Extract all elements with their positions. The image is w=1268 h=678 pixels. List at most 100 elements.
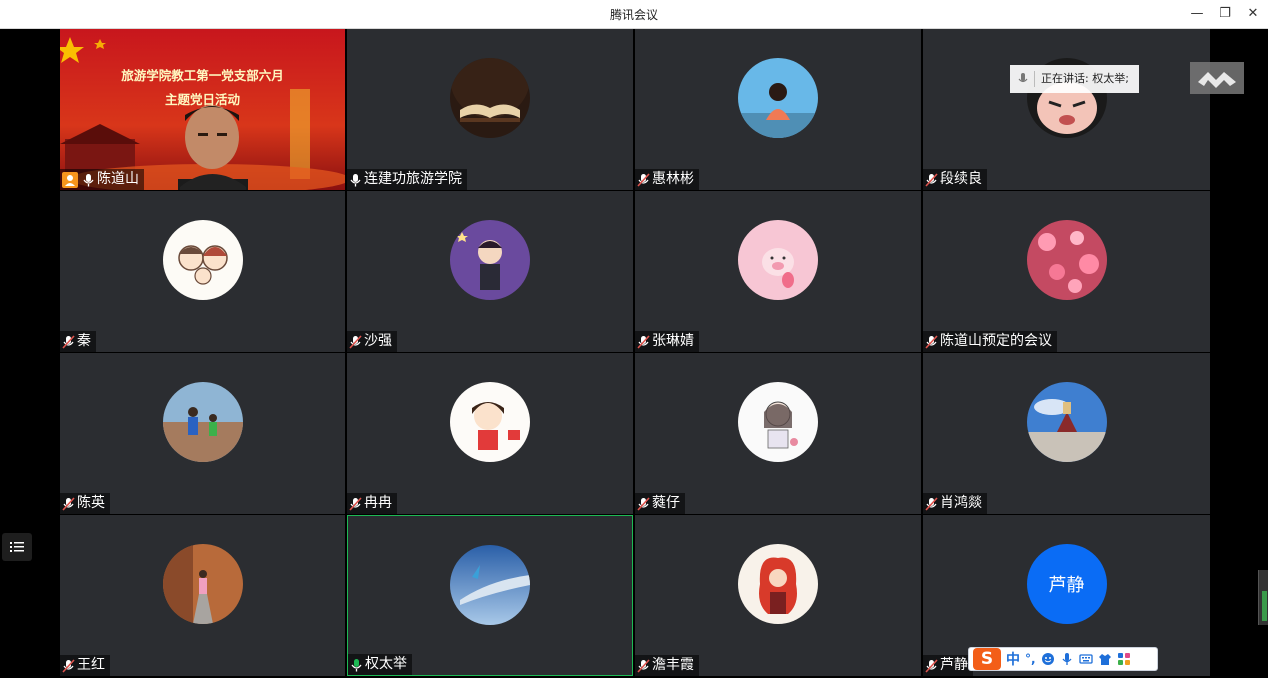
participant-nametag: 秦 (60, 331, 96, 352)
participant-name: 惠林彬 (652, 171, 694, 187)
participant-tile[interactable]: 蕤仔 (635, 353, 921, 514)
host-video-feed (60, 29, 345, 190)
mic-muted-icon (637, 658, 650, 673)
participant-name: 张琳婧 (652, 333, 694, 349)
participant-nametag: 权太举 (348, 654, 412, 675)
airplane-wing-avatar (450, 545, 530, 625)
divider (1034, 71, 1035, 87)
participant-name: 沙强 (364, 333, 392, 349)
participant-tile[interactable]: 肖鸿燚 (923, 353, 1210, 514)
mic-speaking-icon (351, 658, 362, 671)
close-button[interactable]: ✕ (1242, 4, 1264, 24)
window-title: 腾讯会议 (609, 8, 658, 22)
ime-mode-toggle[interactable]: 中 (1006, 649, 1020, 669)
participant-name: 段续良 (940, 171, 982, 187)
couple-cartoon-avatar (162, 220, 243, 300)
red-girl-cartoon-avatar (450, 382, 530, 462)
mic-muted-icon (637, 496, 650, 511)
participant-name: 权太举 (365, 656, 407, 672)
participant-nametag: 冉冉 (347, 493, 397, 514)
participant-grid: 旅游学院教工第一党支部六月 主题党日活动 陈道山 连建功旅游学院 惠林彬 段续良… (60, 29, 1210, 676)
participant-list-button[interactable] (2, 533, 32, 561)
autumn-path-avatar (162, 544, 243, 624)
participant-tile[interactable]: 惠林彬 (635, 29, 921, 190)
floating-logo[interactable] (1190, 62, 1244, 94)
participant-nametag: 陈道山 (60, 169, 144, 190)
participant-tile[interactable]: 沙强 (347, 191, 633, 352)
participant-tile[interactable]: 段续良 (923, 29, 1210, 190)
banner-line-2: 主题党日活动 (164, 92, 240, 107)
voice-input-icon[interactable] (1060, 652, 1074, 666)
participant-tile[interactable]: 王红 (60, 515, 345, 676)
participant-name: 冉冉 (364, 495, 392, 511)
mic-muted-icon (925, 496, 938, 511)
participant-tile[interactable]: 张琳婧 (635, 191, 921, 352)
participant-tile-active-speaker[interactable]: 权太举 (347, 515, 633, 676)
participant-tile[interactable]: 冉冉 (347, 353, 633, 514)
participant-name: 陈英 (77, 495, 105, 511)
skin-shirt-icon[interactable] (1098, 652, 1112, 666)
minimize-button[interactable]: — (1186, 4, 1208, 24)
restore-button[interactable]: ❐ (1214, 4, 1236, 24)
participant-nametag: 澹丰霞 (635, 655, 699, 676)
participant-nametag: 王红 (60, 655, 110, 676)
mic-muted-icon (62, 496, 75, 511)
sogou-logo[interactable]: S (973, 648, 1001, 670)
sketch-girl-avatar (738, 382, 818, 462)
participant-nametag: 段续良 (923, 169, 987, 190)
mic-muted-icon (349, 334, 362, 349)
tencent-meeting-logo-icon (1198, 72, 1236, 88)
kids-beach-avatar (162, 382, 243, 462)
participant-name: 陈道山预定的会议 (940, 333, 1052, 349)
mic-muted-icon (62, 334, 75, 349)
temple-sky-avatar (1026, 382, 1107, 462)
participant-tile[interactable]: 连建功旅游学院 (347, 29, 633, 190)
participant-tile[interactable]: 澹丰霞 (635, 515, 921, 676)
participant-name: 蕤仔 (652, 495, 680, 511)
mic-on-icon (350, 173, 361, 186)
mic-muted-icon (637, 334, 650, 349)
toolbox-grid-icon[interactable] (1117, 652, 1131, 666)
microphone-icon (1018, 73, 1028, 83)
mic-muted-icon (637, 172, 650, 187)
pink-flowers-avatar (1026, 220, 1107, 300)
list-icon (10, 542, 24, 552)
participant-nametag: 肖鸿燚 (923, 493, 987, 514)
title-bar: 腾讯会议 — ❐ ✕ (0, 0, 1268, 29)
keyboard-icon[interactable] (1078, 652, 1093, 666)
participant-name: 肖鸿燚 (940, 495, 982, 511)
participant-tile[interactable]: 秦 (60, 191, 345, 352)
host-icon (62, 171, 78, 188)
mic-muted-icon (62, 658, 75, 673)
participant-nametag: 连建功旅游学院 (347, 169, 467, 190)
participant-name: 秦 (77, 333, 91, 349)
participant-name: 王红 (77, 657, 105, 673)
participant-nametag: 沙强 (347, 331, 397, 352)
mic-muted-icon (925, 334, 938, 349)
purple-cartoon-avatar (450, 220, 530, 300)
participant-nametag: 陈英 (60, 493, 110, 514)
participant-nametag: 芦静 (923, 655, 973, 676)
mic-muted-icon (349, 496, 362, 511)
participant-nametag: 张琳婧 (635, 331, 699, 352)
banner-line-1: 旅游学院教工第一党支部六月 (121, 68, 284, 83)
red-hair-girl-avatar (738, 544, 818, 624)
ime-toolbar[interactable]: S 中 °, (968, 647, 1158, 671)
participant-tile-video[interactable]: 旅游学院教工第一党支部六月 主题党日活动 陈道山 (60, 29, 345, 190)
volume-level-widget[interactable] (1258, 570, 1268, 625)
participant-nametag: 陈道山预定的会议 (923, 331, 1057, 352)
book-avatar (450, 58, 530, 138)
participant-tile[interactable]: 陈道山预定的会议 (923, 191, 1210, 352)
participant-name: 芦静 (940, 657, 968, 673)
mic-muted-icon (925, 172, 938, 187)
emoji-icon[interactable] (1041, 652, 1055, 666)
girl-sky-avatar (738, 58, 818, 138)
participant-tile[interactable]: 陈英 (60, 353, 345, 514)
participant-nametag: 惠林彬 (635, 169, 699, 190)
speaking-text: 正在讲话: 权太举; (1041, 72, 1129, 85)
pink-pig-avatar (738, 220, 818, 300)
ime-punctuation-toggle[interactable]: °, (1025, 652, 1036, 666)
mic-on-icon (83, 173, 94, 186)
participant-name: 澹丰霞 (652, 657, 694, 673)
participant-name: 连建功旅游学院 (364, 171, 462, 187)
